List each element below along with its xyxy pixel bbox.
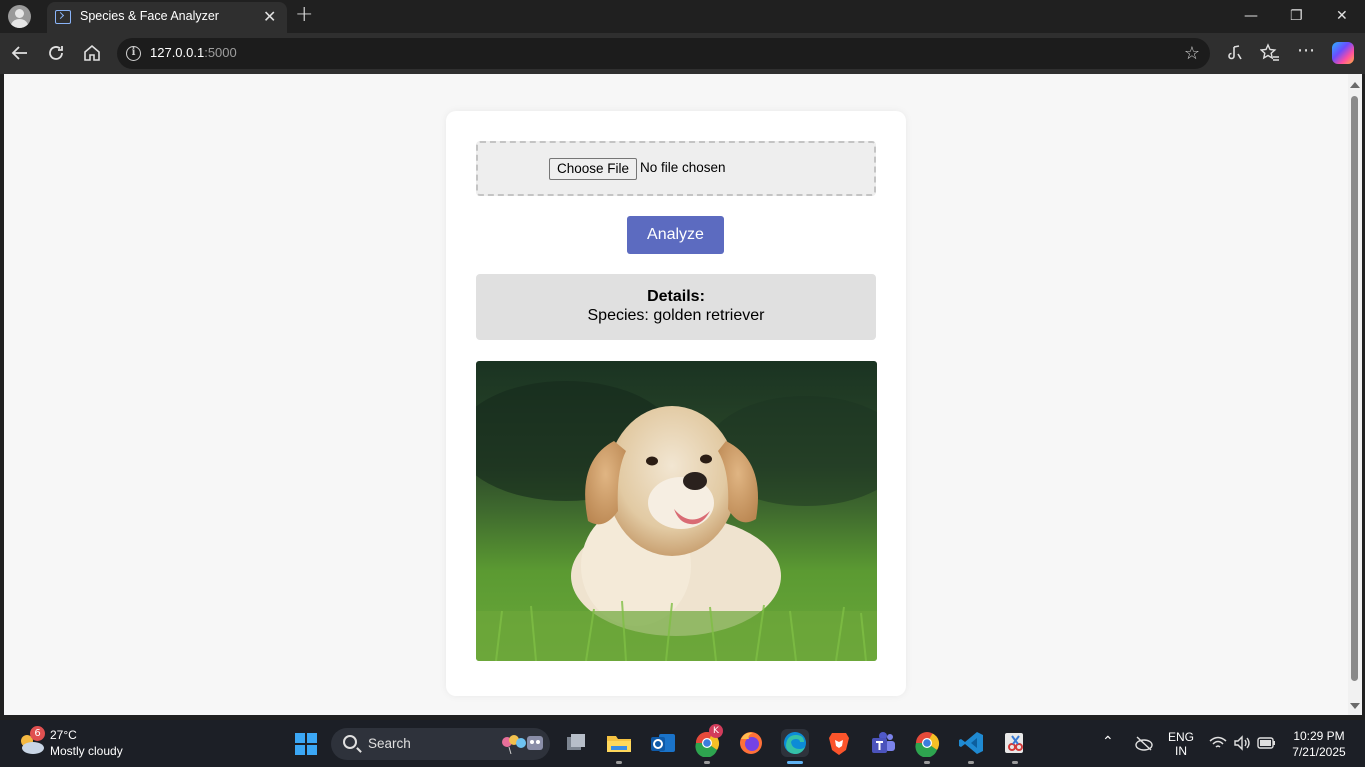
browser-toolbar: i 127.0.0.1:5000 ☆ ⋯ [0, 33, 1365, 74]
media-control-icon[interactable] [1225, 43, 1245, 68]
clock[interactable]: 10:29 PM 7/21/2025 [1287, 729, 1351, 759]
scroll-down-arrow-icon[interactable] [1350, 703, 1360, 709]
url-text: 127.0.0.1:5000 [150, 45, 237, 60]
search-icon [343, 735, 357, 749]
browser-titlebar: Species & Face Analyzer ✕ + — ❐ ✕ [0, 0, 1365, 33]
profile-avatar-icon[interactable] [8, 5, 31, 28]
minimize-button[interactable]: — [1244, 7, 1258, 25]
favorites-icon[interactable] [1259, 43, 1280, 68]
vscode-indicator [968, 761, 974, 764]
tab-close-icon[interactable]: ✕ [263, 8, 276, 26]
chrome-profile-badge: K [709, 724, 723, 738]
favorite-star-icon[interactable]: ☆ [1184, 43, 1200, 64]
brave-icon[interactable] [825, 729, 853, 757]
snipping-tool-icon[interactable] [1001, 729, 1029, 757]
analyzer-card: Choose File No file chosen Analyze Detai… [446, 111, 906, 696]
tab-species-face-analyzer[interactable]: Species & Face Analyzer ✕ [47, 2, 287, 33]
edge-active-indicator [787, 761, 803, 764]
new-tab-button[interactable]: + [295, 3, 313, 27]
firefox-icon[interactable] [737, 729, 765, 757]
start-windows-icon[interactable] [295, 733, 317, 755]
details-title: Details: [647, 288, 705, 305]
search-highlight-icon [502, 735, 543, 754]
analyze-button[interactable]: Analyze [627, 216, 724, 254]
more-menu-icon[interactable]: ⋯ [1297, 41, 1315, 61]
snipping-tool-indicator [1012, 761, 1018, 764]
page-viewport: Choose File No file chosen Analyze Detai… [4, 74, 1348, 715]
file-status-text: No file chosen [640, 160, 726, 175]
weather-badge: 6 [30, 726, 45, 741]
taskbar-search[interactable]: Search [331, 728, 550, 760]
outlook-icon[interactable] [649, 729, 677, 757]
weather-condition: Mostly cloudy [50, 744, 123, 758]
site-info-icon[interactable]: i [126, 46, 141, 61]
home-icon[interactable] [82, 43, 102, 68]
temperature: 27°C [50, 728, 77, 742]
onedrive-off-icon[interactable] [1134, 735, 1154, 754]
address-bar[interactable]: i 127.0.0.1:5000 ☆ [117, 38, 1210, 69]
clock-date: 7/21/2025 [1292, 745, 1346, 759]
taskbar: 6 27°C Mostly cloudy Search K ⌃ ENG IN 1… [0, 720, 1365, 767]
copilot-icon[interactable] [1332, 42, 1354, 64]
details-panel: Details: Species: golden retriever [476, 274, 876, 340]
terminal-favicon-icon [55, 10, 71, 24]
battery-icon[interactable] [1257, 736, 1277, 753]
wifi-icon[interactable] [1209, 736, 1227, 753]
language-indicator[interactable]: ENG IN [1168, 730, 1194, 758]
scroll-up-arrow-icon[interactable] [1350, 82, 1360, 88]
refresh-icon[interactable] [46, 43, 66, 68]
vscode-icon[interactable] [957, 729, 985, 757]
chrome-icon[interactable] [913, 729, 941, 758]
restore-button[interactable]: ❐ [1290, 7, 1303, 25]
show-hidden-icons-chevron-icon[interactable]: ⌃ [1102, 733, 1114, 750]
clock-time: 10:29 PM [1293, 729, 1345, 743]
file-drop-zone[interactable]: Choose File No file chosen [476, 141, 876, 196]
scrollbar-thumb[interactable] [1351, 96, 1358, 681]
teams-icon[interactable] [869, 729, 897, 757]
chrome-indicator [924, 761, 930, 764]
chrome-profile-icon[interactable]: K [693, 724, 723, 758]
back-arrow-icon[interactable] [10, 43, 30, 68]
volume-icon[interactable] [1233, 735, 1251, 754]
edge-icon[interactable] [781, 729, 809, 757]
window-close-button[interactable]: ✕ [1336, 7, 1348, 25]
species-result: Species: golden retriever [587, 307, 765, 324]
choose-file-button[interactable]: Choose File [549, 158, 638, 180]
tab-title: Species & Face Analyzer [80, 9, 219, 23]
vertical-scrollbar[interactable] [1348, 74, 1362, 715]
file-explorer-icon[interactable] [605, 729, 633, 757]
file-explorer-indicator [616, 761, 622, 764]
uploaded-image [476, 361, 877, 661]
task-view-icon[interactable] [562, 729, 590, 757]
chrome-profile-indicator [704, 761, 710, 764]
search-label: Search [368, 736, 411, 751]
